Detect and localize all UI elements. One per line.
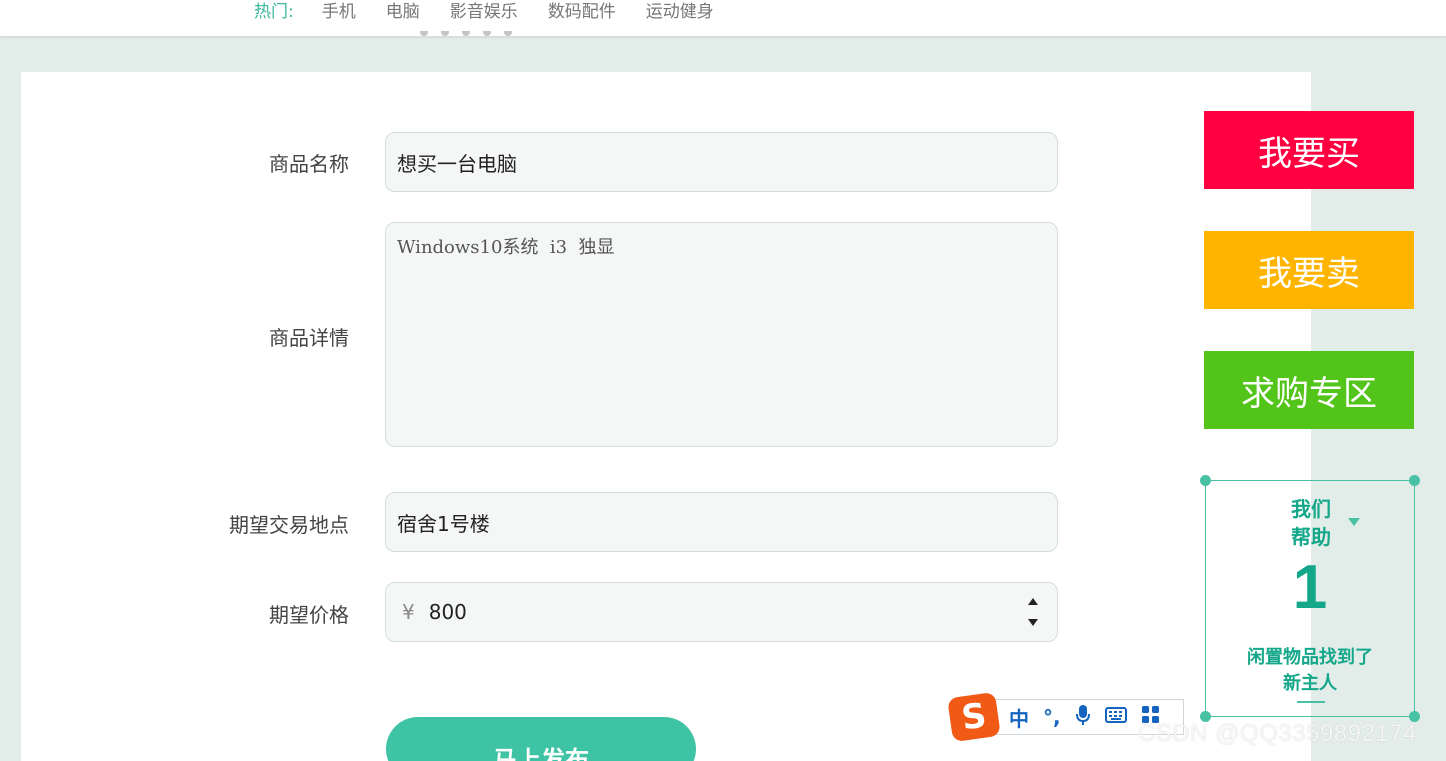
divider — [1297, 701, 1325, 703]
triangle-down-icon — [1348, 518, 1360, 526]
hot-link-entertainment[interactable]: 影音娱乐 — [450, 0, 518, 22]
detail-textarea[interactable]: Windows10系统 i3 独显 — [385, 222, 1058, 447]
hot-categories: 热门: 手机 电脑 影音娱乐 数码配件 运动健身 — [254, 0, 744, 22]
microphone-icon[interactable] — [1075, 704, 1091, 731]
ime-punctuation-toggle[interactable]: °, — [1043, 705, 1061, 729]
buy-button[interactable]: 我要买 — [1204, 111, 1414, 189]
name-input[interactable]: 想买一台电脑 — [385, 132, 1058, 192]
name-label: 商品名称 — [269, 152, 349, 176]
wanted-zone-button[interactable]: 求购专区 — [1204, 351, 1414, 429]
hot-link-sports[interactable]: 运动健身 — [646, 0, 714, 22]
help-sub-line1: 闲置物品找到了 — [1247, 647, 1373, 668]
keyboard-icon[interactable] — [1104, 705, 1127, 729]
location-input[interactable]: 宿舍1号楼 — [385, 492, 1058, 552]
selection-handle[interactable] — [1200, 475, 1211, 486]
help-subtitle: 闲置物品找到了 新主人 — [1206, 645, 1414, 697]
carousel-dots — [420, 31, 512, 36]
hot-label: 热门: — [254, 2, 294, 22]
carousel-dot[interactable] — [483, 31, 491, 36]
help-title-line2: 帮助 — [1291, 525, 1331, 549]
hot-link-computer[interactable]: 电脑 — [386, 0, 420, 22]
price-value: 800 — [428, 600, 467, 624]
hot-link-phone[interactable]: 手机 — [322, 0, 356, 22]
price-input[interactable]: ¥ 800 — [385, 582, 1058, 642]
publish-button[interactable]: 马上发布 — [386, 717, 696, 761]
location-label: 期望交易地点 — [229, 513, 349, 537]
help-sub-line2: 新主人 — [1283, 673, 1337, 694]
carousel-dot[interactable] — [441, 31, 449, 36]
carousel-dot[interactable] — [420, 31, 428, 36]
help-counter-panel: 我们 帮助 1 闲置物品找到了 新主人 — [1200, 475, 1420, 722]
yen-icon: ¥ — [402, 600, 415, 624]
watermark: CSDN @QQ3359892174 — [1138, 720, 1417, 747]
selection-handle[interactable] — [1409, 475, 1420, 486]
help-title-line1: 我们 — [1291, 497, 1331, 521]
sogou-logo-icon[interactable]: S — [947, 691, 1001, 743]
top-navbar: 热门: 手机 电脑 影音娱乐 数码配件 运动健身 — [0, 0, 1446, 37]
carousel-dot[interactable] — [462, 31, 470, 36]
price-spinner[interactable] — [1023, 592, 1043, 632]
detail-label: 商品详情 — [269, 326, 349, 350]
help-count: 1 — [1292, 553, 1328, 622]
hot-link-accessories[interactable]: 数码配件 — [548, 0, 616, 22]
spinner-down-icon[interactable] — [1028, 619, 1038, 626]
help-title: 我们 帮助 — [1276, 495, 1346, 551]
ime-mode-toggle[interactable]: 中 — [1009, 703, 1029, 732]
sell-button[interactable]: 我要卖 — [1204, 231, 1414, 309]
spinner-up-icon[interactable] — [1028, 598, 1038, 605]
price-label: 期望价格 — [269, 603, 349, 627]
carousel-dot[interactable] — [504, 31, 512, 36]
